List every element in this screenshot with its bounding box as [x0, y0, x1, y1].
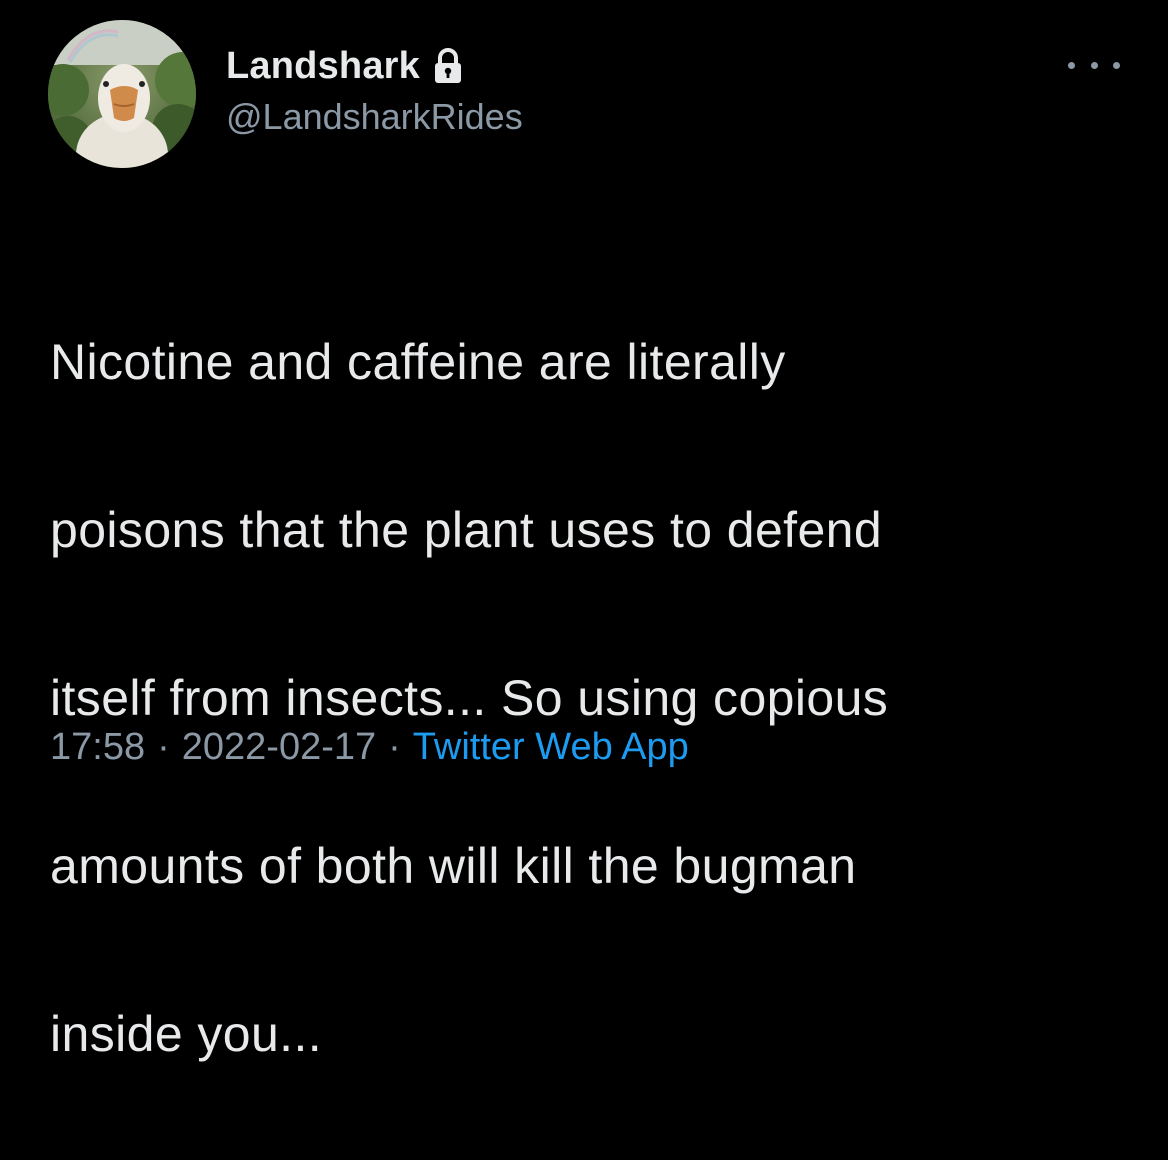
tweet-text-line: amounts of both will kill the bugman — [50, 838, 857, 894]
author-name-row: Landshark — [226, 40, 464, 92]
duck-avatar-icon — [48, 20, 196, 168]
tweet-text-line: poisons that the plant uses to defend — [50, 502, 883, 558]
meta-separator: · — [157, 726, 170, 768]
author-handle[interactable]: @LandsharkRides — [226, 96, 523, 138]
more-dot — [1090, 61, 1098, 69]
tweet-text-line: Nicotine and caffeine are literally — [50, 334, 786, 390]
tweet-time[interactable]: 17:58 — [50, 726, 145, 769]
lock-icon — [432, 47, 464, 85]
tweet-source-link[interactable]: Twitter Web App — [413, 726, 689, 769]
avatar[interactable] — [48, 20, 196, 168]
more-dot — [1068, 61, 1075, 69]
tweet: Landshark @LandsharkRides Nicotine and c… — [0, 0, 1168, 1062]
display-name[interactable]: Landshark — [226, 45, 420, 88]
tweet-meta: 17:58 · 2022-02-17 · Twitter Web App — [50, 726, 689, 769]
tweet-text-line: inside you... — [50, 1006, 323, 1062]
tweet-date[interactable]: 2022-02-17 — [182, 726, 376, 769]
tweet-text: Nicotine and caffeine are literally pois… — [50, 236, 1140, 1160]
more-horizontal-icon[interactable] — [1068, 50, 1120, 80]
meta-separator: · — [388, 726, 401, 768]
more-dot — [1113, 61, 1120, 69]
